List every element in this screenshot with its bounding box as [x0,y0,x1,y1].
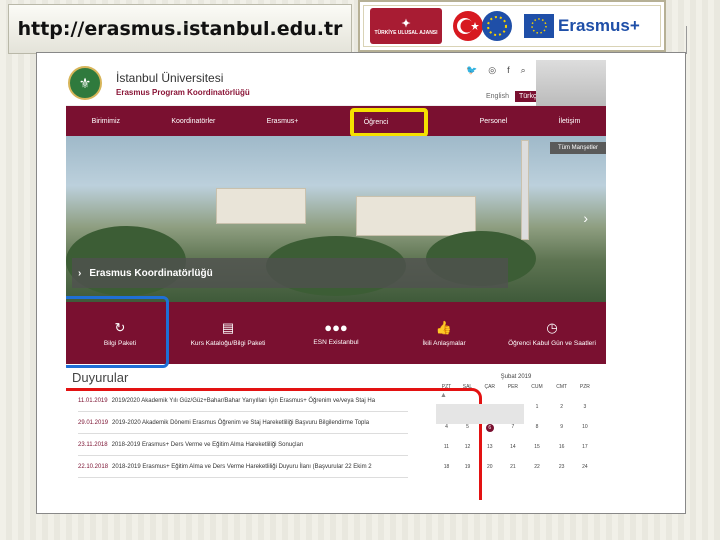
calendar-day[interactable]: 16 [550,444,574,464]
turkey-eu-flags-logo [448,8,518,44]
calendar-month: Şubat 2019 [500,374,532,380]
calendar-day[interactable]: 13 [478,444,501,464]
tile-agreements[interactable]: 👍 İkili Anlaşmalar [390,302,498,364]
calendar-day[interactable]: 24 [574,464,596,484]
url-text: http://erasmus.istanbul.edu.tr [17,18,343,40]
announcements-list: 11.01.2019 2019/2020 Akademik Yılı Güz/Gü… [66,388,482,500]
calendar-day[interactable]: 22 [524,464,549,484]
calendar-day [501,404,525,424]
office-name[interactable]: Erasmus Program Koordinatörlüğü [116,88,250,97]
users-icon: ●●● [324,320,348,335]
lower-section: Duyurular 11.01.2019 2019/2020 Akademik Y… [66,364,606,500]
building-illustration [536,60,606,106]
nav-item-koordinatorler[interactable]: Koordinatörler [171,118,215,125]
calendar-day[interactable]: 15 [524,444,549,464]
calendar-day[interactable]: 5 [457,424,478,444]
main-nav: Birimimiz Koordinatörler Erasmus+ Öğrenc… [66,106,606,137]
nav-item-iletisim[interactable]: İletişim [559,118,581,125]
weekday-label: PZR [579,384,590,390]
facebook-icon[interactable]: f [507,65,510,76]
logo-strip: ✦ TÜRKİYE ULUSAL AJANSI Erasmus+ [358,0,666,52]
calendar-day[interactable]: 8 [524,424,549,444]
url-caption-box: http://erasmus.istanbul.edu.tr [8,4,352,54]
calendar-day[interactable]: 9 [550,424,574,444]
calendar-day[interactable]: 18 [436,464,457,484]
calendar-day[interactable]: 23 [550,464,574,484]
thumbs-up-icon: 👍 [435,319,453,335]
calendar-day [478,404,502,424]
quick-links: ↻ Bilgi Paketi ▤ Kurs Kataloğu/Bilgi Pak… [66,296,606,368]
calendar-day[interactable]: 1 [524,404,549,424]
calendar-day[interactable]: 4 [436,424,457,444]
calendar-day[interactable]: 7 [501,424,524,444]
website-screenshot: ⚜ İstanbul Üniversitesi Erasmus Program … [66,60,606,500]
search-icon[interactable]: ⌕ [521,65,526,76]
tile-label: ESN Existanbul [313,339,359,346]
weekday-label: CMT [556,384,568,390]
nav-item-erasmus[interactable]: Erasmus+ [267,118,299,125]
erasmus-plus-logo: Erasmus+ [524,8,654,44]
hero-banner[interactable]: › Erasmus Koordinatörlüğü [72,258,508,288]
weekday-label: PER [507,384,519,390]
twitter-icon[interactable]: 🐦 [466,65,477,76]
announcements-title: Duyurular [72,370,129,385]
chevron-right-icon[interactable]: › [583,210,588,226]
site-header: ⚜ İstanbul Üniversitesi Erasmus Program … [66,60,606,106]
hero-building [356,196,476,236]
event-dot: 6 [485,424,494,432]
hero-photo: Tüm Manşetler › › Erasmus Koordinatörlüğ… [66,136,606,302]
calendar-day-highlighted[interactable]: 6 [478,424,501,444]
university-name[interactable]: İstanbul Üniversitesi [116,71,223,85]
weekday-label: CUM [531,384,543,390]
clock-icon: ◷ [546,319,558,335]
calendar-day[interactable]: 21 [501,464,524,484]
tile-label: Kurs Kataloğu/Bilgi Paketi [190,339,266,347]
tile-course-catalog[interactable]: ▤ Kurs Kataloğu/Bilgi Paketi [174,302,282,364]
calendar-day[interactable]: 14 [501,444,524,464]
instagram-icon[interactable]: ◎ [488,65,496,76]
calendar-day[interactable]: 17 [574,444,596,464]
tile-office-hours[interactable]: ◷ Öğrenci Kabul Gün ve Saatleri [498,302,606,364]
calendar-day[interactable]: 2 [550,404,574,424]
calendar-grid: PZT SAL ÇAR PER CUM CMT PZR 1 2 3 4 5 6 … [436,384,596,484]
calendar-day[interactable]: 20 [478,464,501,484]
calendar: Şubat 2019 PZT SAL ÇAR PER CUM CMT PZR 1 [436,374,596,484]
weekday-label: ÇAR [484,384,496,390]
nav-item-ogrenci[interactable]: Öğrenci [349,107,429,137]
weekday-label: PZT [441,384,452,390]
frame-decor-line [686,26,687,54]
hero-tower [521,140,529,240]
tile-label: Bilgi Paketi [103,339,137,347]
calendar-day[interactable]: 3 [574,404,596,424]
calendar-day[interactable]: 19 [457,464,478,484]
hero-banner-label: Erasmus Koordinatörlüğü [89,267,213,279]
calendar-day [436,404,457,424]
calendar-day[interactable]: 11 [436,444,457,464]
calendar-day[interactable]: 10 [574,424,596,444]
social-icons: 🐦 ◎ f ⌕ [466,65,526,76]
all-news-button[interactable]: Tüm Manşetler [549,142,606,154]
university-logo[interactable]: ⚜ [68,66,102,100]
nav-item-personel[interactable]: Personel [480,118,508,125]
weekday-label: SAL [462,384,473,390]
chevron-right-icon: › [78,267,82,279]
tile-label: İkili Anlaşmalar [422,339,466,347]
calendar-day[interactable]: 12 [457,444,478,464]
book-icon: ▤ [221,319,235,335]
tile-label: Öğrenci Kabul Gün ve Saatleri [508,339,596,347]
national-agency-logo: ✦ TÜRKİYE ULUSAL AJANSI [370,8,442,44]
red-highlight-box [66,388,482,500]
hero-building [216,188,306,224]
lang-english[interactable]: English [484,91,511,102]
calendar-day [457,404,478,424]
tile-esn[interactable]: ●●● ESN Existanbul [282,302,390,364]
tile-info-package[interactable]: ↻ Bilgi Paketi [66,296,174,368]
history-icon: ↻ [114,319,126,335]
nav-item-birimimiz[interactable]: Birimimiz [92,118,120,125]
